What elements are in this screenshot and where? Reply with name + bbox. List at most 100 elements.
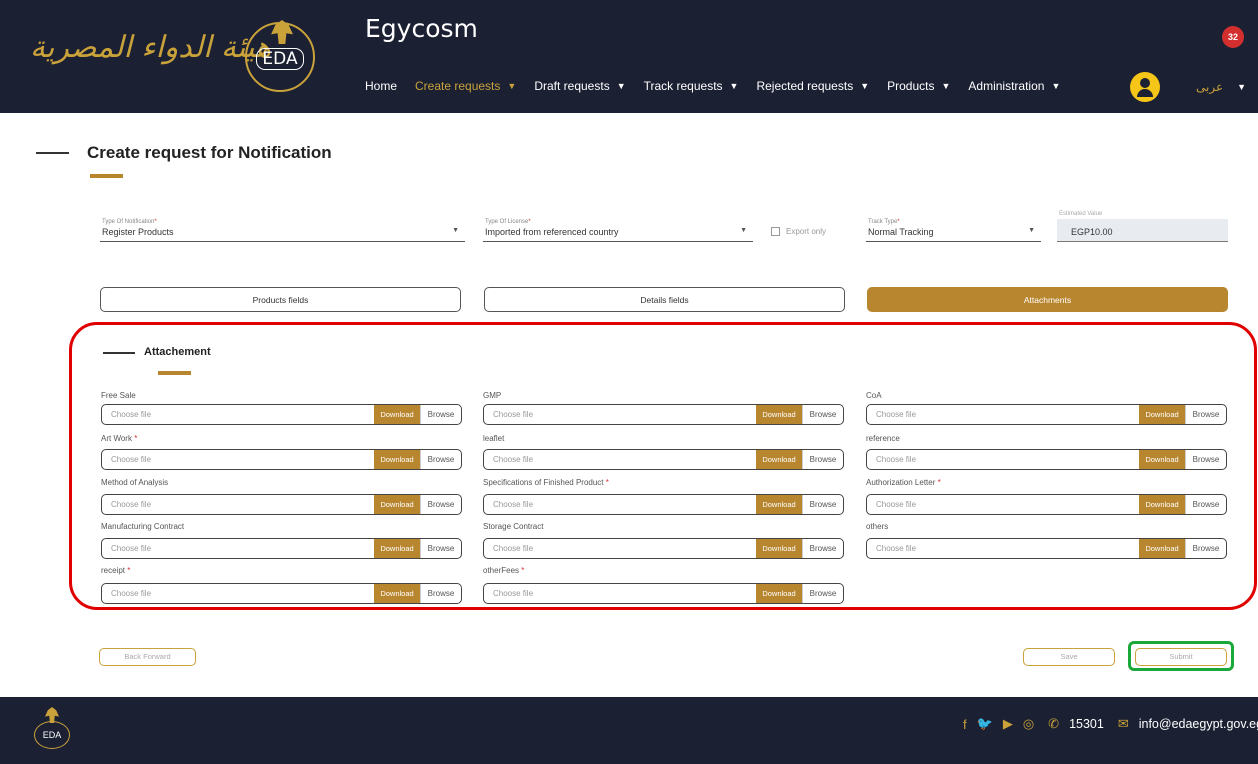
storage-contract-file-input[interactable]: Choose file Download Browse <box>483 538 844 559</box>
file-placeholder[interactable]: Choose file <box>102 450 374 469</box>
browse-button[interactable]: Browse <box>802 539 843 558</box>
download-button[interactable]: Download <box>374 450 420 469</box>
submit-highlight-box <box>1128 641 1234 671</box>
nav-item-products[interactable]: Products ▼ <box>887 79 950 93</box>
receipt-file-input[interactable]: Choose file Download Browse <box>101 583 462 604</box>
otherfees-file-input[interactable]: Choose file Download Browse <box>483 583 844 604</box>
file-placeholder[interactable]: Choose file <box>484 405 756 424</box>
estimated-value-label: Estimated Value <box>1059 211 1103 217</box>
eda-emblem-logo: EDA <box>245 20 315 92</box>
save-button[interactable]: Save <box>1023 648 1115 666</box>
back-forward-button[interactable]: Back Forward <box>99 648 196 666</box>
browse-button[interactable]: Browse <box>1185 495 1226 514</box>
gmp-file-input[interactable]: Choose file Download Browse <box>483 404 844 425</box>
download-button[interactable]: Download <box>374 584 420 603</box>
chevron-down-icon: ▼ <box>941 81 951 91</box>
browse-button[interactable]: Browse <box>802 450 843 469</box>
tab-details-fields[interactable]: Details fields <box>484 287 845 312</box>
track-type-label: Track Type <box>868 219 898 225</box>
manufacturing-contract-file-input[interactable]: Choose file Download Browse <box>101 538 462 559</box>
download-button[interactable]: Download <box>374 495 420 514</box>
file-placeholder[interactable]: Choose file <box>102 405 374 424</box>
file-placeholder[interactable]: Choose file <box>484 539 756 558</box>
reference-file-input[interactable]: Choose file Download Browse <box>866 449 1227 470</box>
others-file-input[interactable]: Choose file Download Browse <box>866 538 1227 559</box>
browse-button[interactable]: Browse <box>420 539 461 558</box>
header: هيئة الدواء المصرية EDA Egycosm Home Crea… <box>0 0 1258 113</box>
file-placeholder[interactable]: Choose file <box>484 495 756 514</box>
browse-button[interactable]: Browse <box>1185 450 1226 469</box>
browse-button[interactable]: Browse <box>1185 405 1226 424</box>
file-placeholder[interactable]: Choose file <box>867 450 1139 469</box>
user-avatar-icon[interactable] <box>1130 72 1160 102</box>
attachment-title-line <box>103 352 135 354</box>
method-of-analysis-file-input[interactable]: Choose file Download Browse <box>101 494 462 515</box>
instagram-icon[interactable]: ◎ <box>1023 716 1034 732</box>
art-work-file-input[interactable]: Choose file Download Browse <box>101 449 462 470</box>
browse-button[interactable]: Browse <box>420 405 461 424</box>
youtube-icon[interactable]: ▶ <box>1003 716 1013 732</box>
browse-button[interactable]: Browse <box>1185 539 1226 558</box>
download-button[interactable]: Download <box>374 539 420 558</box>
type-of-license-select[interactable]: Type Of License* Imported from reference… <box>483 217 753 242</box>
attachment-label-text: Method of Analysis <box>101 478 169 487</box>
nav-item-rejected-requests[interactable]: Rejected requests ▼ <box>756 79 869 93</box>
email-address[interactable]: info@edaegypt.gov.eg <box>1139 717 1258 731</box>
track-type-value: Normal Tracking <box>868 227 934 237</box>
free-sale-file-input[interactable]: Choose file Download Browse <box>101 404 462 425</box>
download-button[interactable]: Download <box>756 584 802 603</box>
nav-item-administration[interactable]: Administration ▼ <box>968 79 1060 93</box>
leaflet-file-input[interactable]: Choose file Download Browse <box>483 449 844 470</box>
file-placeholder[interactable]: Choose file <box>867 539 1139 558</box>
download-button[interactable]: Download <box>1139 405 1185 424</box>
file-placeholder[interactable]: Choose file <box>867 405 1139 424</box>
nav-item-create-requests[interactable]: Create requests ▼ <box>415 79 516 93</box>
download-button[interactable]: Download <box>756 495 802 514</box>
tab-attachments[interactable]: Attachments <box>867 287 1228 312</box>
browse-button[interactable]: Browse <box>420 584 461 603</box>
download-button[interactable]: Download <box>1139 450 1185 469</box>
browse-button[interactable]: Browse <box>802 495 843 514</box>
attachment-section-title: Attachement <box>144 346 211 358</box>
others-label: others <box>866 522 888 531</box>
coa-file-input[interactable]: Choose file Download Browse <box>866 404 1227 425</box>
specifications-of-finished-product-file-input[interactable]: Choose file Download Browse <box>483 494 844 515</box>
attachment-title-underline <box>158 371 191 375</box>
browse-button[interactable]: Browse <box>420 450 461 469</box>
attachment-label-text: leaflet <box>483 434 505 443</box>
download-button[interactable]: Download <box>1139 539 1185 558</box>
twitter-icon[interactable]: 🐦 <box>977 716 993 732</box>
export-only-checkbox[interactable]: Export only <box>771 227 826 236</box>
nav-item-label: Products <box>887 79 935 93</box>
browse-button[interactable]: Browse <box>802 405 843 424</box>
phone-icon: ✆ <box>1048 716 1060 731</box>
file-placeholder[interactable]: Choose file <box>102 495 374 514</box>
file-placeholder[interactable]: Choose file <box>102 584 374 603</box>
download-button[interactable]: Download <box>756 450 802 469</box>
attachment-label-text: otherFees <box>483 566 520 575</box>
type-of-notification-value: Register Products <box>102 227 174 237</box>
nav-item-draft-requests[interactable]: Draft requests ▼ <box>534 79 625 93</box>
download-button[interactable]: Download <box>756 539 802 558</box>
nav-item-home[interactable]: Home <box>365 79 397 93</box>
nav-item-track-requests[interactable]: Track requests ▼ <box>644 79 739 93</box>
file-placeholder[interactable]: Choose file <box>102 539 374 558</box>
attachment-label-text: Manufacturing Contract <box>101 522 185 531</box>
track-type-select[interactable]: Track Type* Normal Tracking ▼ <box>866 217 1041 242</box>
download-button[interactable]: Download <box>1139 495 1185 514</box>
type-of-notification-select[interactable]: Type Of Notification* Register Products … <box>100 217 465 242</box>
receipt-label: receipt * <box>101 566 130 575</box>
notification-bell-icon[interactable]: 32 <box>1222 26 1244 48</box>
download-button[interactable]: Download <box>374 405 420 424</box>
facebook-icon[interactable]: f <box>963 717 967 732</box>
file-placeholder[interactable]: Choose file <box>867 495 1139 514</box>
tab-products-fields[interactable]: Products fields <box>100 287 461 312</box>
authorization-letter-file-input[interactable]: Choose file Download Browse <box>866 494 1227 515</box>
browse-button[interactable]: Browse <box>420 495 461 514</box>
browse-button[interactable]: Browse <box>802 584 843 603</box>
language-switcher[interactable]: عربى ▼ <box>1196 80 1246 94</box>
art-work-label: Art Work * <box>101 434 137 443</box>
download-button[interactable]: Download <box>756 405 802 424</box>
file-placeholder[interactable]: Choose file <box>484 584 756 603</box>
file-placeholder[interactable]: Choose file <box>484 450 756 469</box>
